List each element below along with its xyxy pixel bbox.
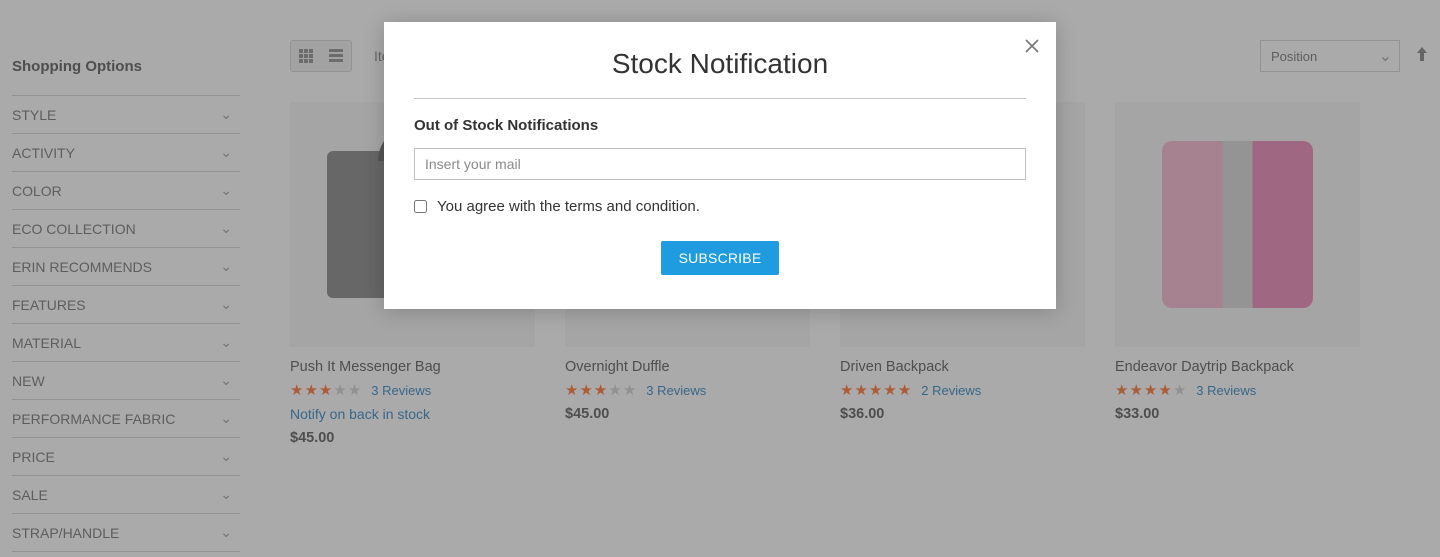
subscribe-button[interactable]: SUBSCRIBE [661, 241, 780, 275]
stock-notification-modal: Stock Notification Out of Stock Notifica… [384, 22, 1056, 309]
terms-checkbox[interactable] [414, 200, 427, 213]
email-input[interactable] [414, 148, 1026, 180]
terms-text: You agree with the terms and condition. [437, 198, 700, 215]
close-icon [1024, 38, 1040, 54]
close-button[interactable] [1020, 34, 1044, 61]
terms-row[interactable]: You agree with the terms and condition. [414, 198, 1026, 215]
modal-title: Stock Notification [414, 48, 1026, 99]
modal-label: Out of Stock Notifications [414, 117, 1026, 134]
modal-overlay[interactable]: Stock Notification Out of Stock Notifica… [0, 0, 1440, 557]
